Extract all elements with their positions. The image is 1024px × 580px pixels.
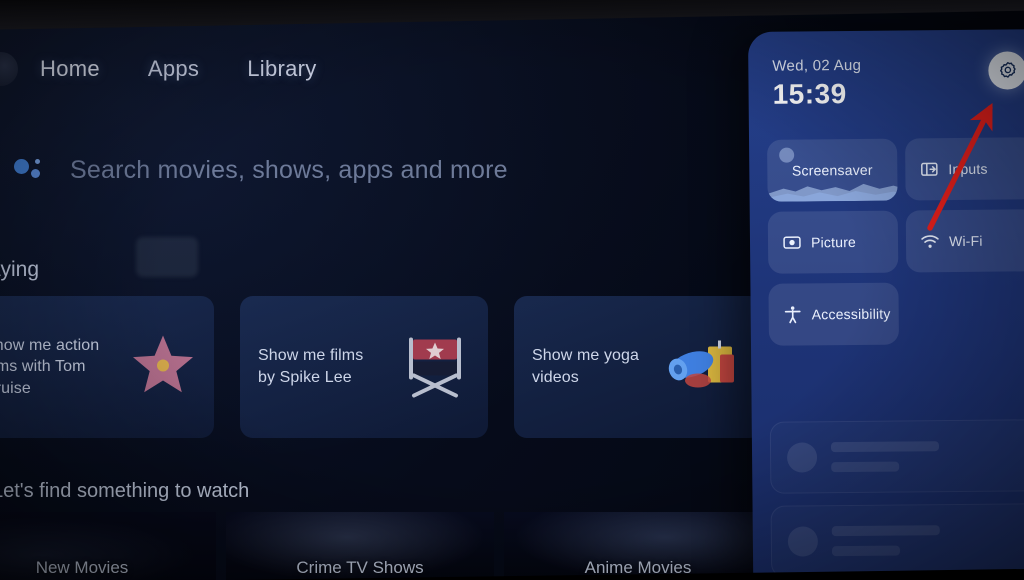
wifi-icon	[921, 235, 939, 248]
google-assistant-dots-icon	[14, 155, 48, 185]
inputs-icon	[921, 162, 938, 176]
notification-avatar	[786, 442, 818, 473]
search-bar[interactable]: Search movies, shows, apps and more	[14, 155, 508, 185]
moon-icon	[779, 147, 795, 163]
quick-tile-screensaver[interactable]: Screensaver	[767, 138, 898, 202]
suggestions-section-title: y saying	[0, 258, 40, 281]
quick-settings-panel: Wed, 02 Aug 15:39 Screensaver Inputs Pic…	[748, 29, 1024, 580]
quick-tile-label: Accessibility	[811, 305, 891, 323]
suggestion-card-label: Show me action films with Tom Cruise	[0, 336, 100, 397]
notification-list	[769, 418, 1024, 580]
panel-date: Wed, 02 Aug	[772, 56, 862, 75]
quick-tile-inputs[interactable]: Inputs	[905, 137, 1024, 201]
quick-tile-label: Picture	[810, 233, 857, 251]
quick-tile-grid: Screensaver Inputs Picture Wi-Fi Accessi…	[767, 137, 1024, 346]
quick-tile-label: Inputs	[948, 160, 988, 178]
screensaver-night-icon	[767, 183, 898, 202]
top-navigation: Home Apps Library	[40, 56, 317, 82]
accessibility-icon	[784, 306, 801, 324]
yoga-mat-icon	[662, 329, 748, 406]
quick-tile-label: Wi-Fi	[948, 232, 983, 250]
suggestion-card-row: Show me action films with Tom Cruise Sho…	[0, 296, 762, 438]
panel-time: 15:39	[772, 78, 847, 110]
notification-avatar	[787, 526, 819, 557]
notification-placeholder[interactable]	[769, 418, 1024, 494]
search-input[interactable]: Search movies, shows, apps and more	[70, 156, 508, 185]
notification-skeleton-lines	[830, 441, 940, 473]
quick-tile-label: Screensaver	[791, 161, 873, 179]
watch-tile[interactable]: Anime Movies	[504, 512, 772, 580]
walk-of-fame-star-icon	[126, 328, 200, 407]
watch-tile-label: Crime TV Shows	[296, 558, 424, 577]
quick-tile-picture[interactable]: Picture	[767, 210, 899, 274]
suggestion-card-label: Show me yoga videos	[532, 347, 640, 386]
notification-skeleton-lines	[831, 525, 940, 557]
nav-item-home[interactable]: Home	[40, 56, 100, 82]
watch-tile-row: New Movies Crime TV Shows Anime Movies	[0, 512, 772, 580]
nav-item-apps[interactable]: Apps	[148, 56, 199, 82]
settings-button[interactable]	[988, 51, 1024, 90]
suggestion-card[interactable]: Show me films by Spike Lee	[240, 296, 488, 438]
directors-chair-icon	[396, 326, 474, 409]
picture-icon	[783, 236, 801, 249]
suggestion-card[interactable]: Show me yoga videos	[514, 296, 762, 438]
quick-tile-wifi[interactable]: Wi-Fi	[905, 209, 1024, 273]
notification-placeholder[interactable]	[770, 502, 1024, 578]
tv-screen: Home Apps Library Search movies, shows, …	[0, 0, 1024, 580]
watch-tile[interactable]: New Movies	[0, 512, 216, 580]
watch-tile-label: New Movies	[35, 558, 129, 577]
suggestion-card[interactable]: Show me action films with Tom Cruise	[0, 296, 214, 438]
profile-avatar-icon[interactable]	[0, 52, 18, 86]
suggestion-card-label: Show me films by Spike Lee	[258, 347, 364, 386]
watch-section-title: Let's find something to watch	[0, 480, 250, 502]
gear-icon	[999, 61, 1016, 78]
quick-tile-accessibility[interactable]: Accessibility	[768, 282, 900, 346]
ghost-thumbnail	[136, 237, 198, 277]
nav-item-library[interactable]: Library	[247, 56, 316, 82]
watch-tile[interactable]: Crime TV Shows	[226, 512, 494, 580]
